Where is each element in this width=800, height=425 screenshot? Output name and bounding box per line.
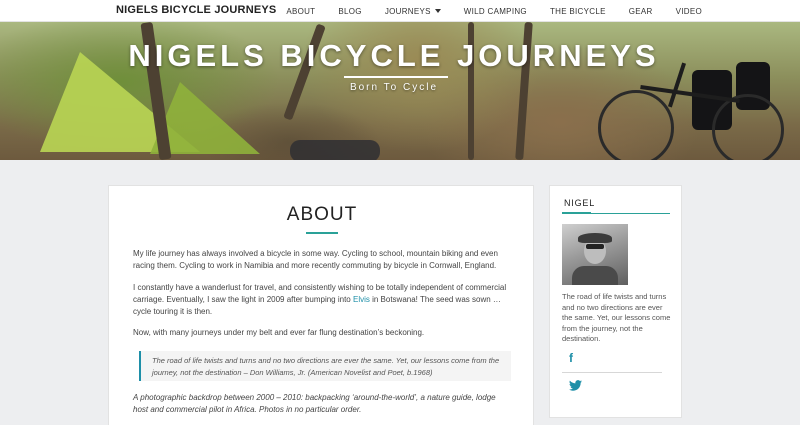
- about-article: ABOUT My life journey has always involve…: [108, 185, 534, 425]
- title-divider: [306, 232, 338, 234]
- avatar-hat-shape: [578, 233, 612, 243]
- bicycle-wheel-image: [598, 90, 674, 160]
- top-navbar: NIGELS BICYCLE JOURNEYS ABOUT BLOG JOURN…: [0, 0, 800, 22]
- nav-item-blog[interactable]: BLOG: [338, 7, 361, 16]
- social-divider: [562, 372, 662, 373]
- dry-bag-image: [290, 140, 380, 160]
- hero-title: NIGELS BICYCLE JOURNEYS: [128, 38, 660, 73]
- nav-item-the-bicycle[interactable]: THE BICYCLE: [550, 7, 606, 16]
- sidebar-bio-text: The road of life twists and turns and no…: [562, 292, 671, 344]
- avatar-sunglasses-shape: [586, 244, 604, 249]
- hero-subtitle: Born To Cycle: [349, 82, 439, 93]
- elvis-link[interactable]: Elvis: [353, 295, 370, 304]
- about-paragraph-1: My life journey has always involved a bi…: [133, 249, 498, 270]
- sidebar-widget: NIGEL The road of life twists and turns …: [549, 185, 682, 418]
- nav-item-gear[interactable]: GEAR: [629, 7, 653, 16]
- site-brand-link[interactable]: NIGELS BICYCLE JOURNEYS: [116, 4, 276, 16]
- widget-title-accent: [562, 212, 591, 214]
- chevron-down-icon: [434, 9, 441, 13]
- nav-item-journeys[interactable]: JOURNEYS: [385, 7, 441, 16]
- bicycle-wheel-image: [712, 94, 784, 160]
- hero-banner: NIGELS BICYCLE JOURNEYS Born To Cycle: [0, 22, 800, 160]
- avatar: [562, 224, 628, 285]
- about-paragraph-4: A photographic backdrop between 2000 – 2…: [133, 393, 496, 414]
- twitter-icon[interactable]: [569, 380, 582, 394]
- nav-item-journeys-label: JOURNEYS: [384, 6, 431, 16]
- about-paragraph-2: I constantly have a wanderlust for trave…: [133, 282, 509, 318]
- nav-item-video[interactable]: VIDEO: [676, 7, 702, 16]
- nav-item-wild-camping[interactable]: WILD CAMPING: [464, 7, 527, 16]
- avatar-body-shape: [572, 266, 618, 285]
- about-paragraph-3: Now, with many journeys under my belt an…: [133, 328, 425, 337]
- twitter-bird-glyph: [569, 380, 582, 391]
- facebook-icon[interactable]: f: [569, 351, 573, 365]
- nav-item-about[interactable]: ABOUT: [286, 7, 315, 16]
- page-title: ABOUT: [286, 204, 358, 225]
- widget-title: NIGEL: [564, 198, 596, 208]
- blockquote: The road of life twists and turns and no…: [139, 351, 511, 381]
- hero-divider: [344, 76, 448, 78]
- main-nav: ABOUT BLOG JOURNEYS WILD CAMPING THE BIC…: [263, 0, 702, 22]
